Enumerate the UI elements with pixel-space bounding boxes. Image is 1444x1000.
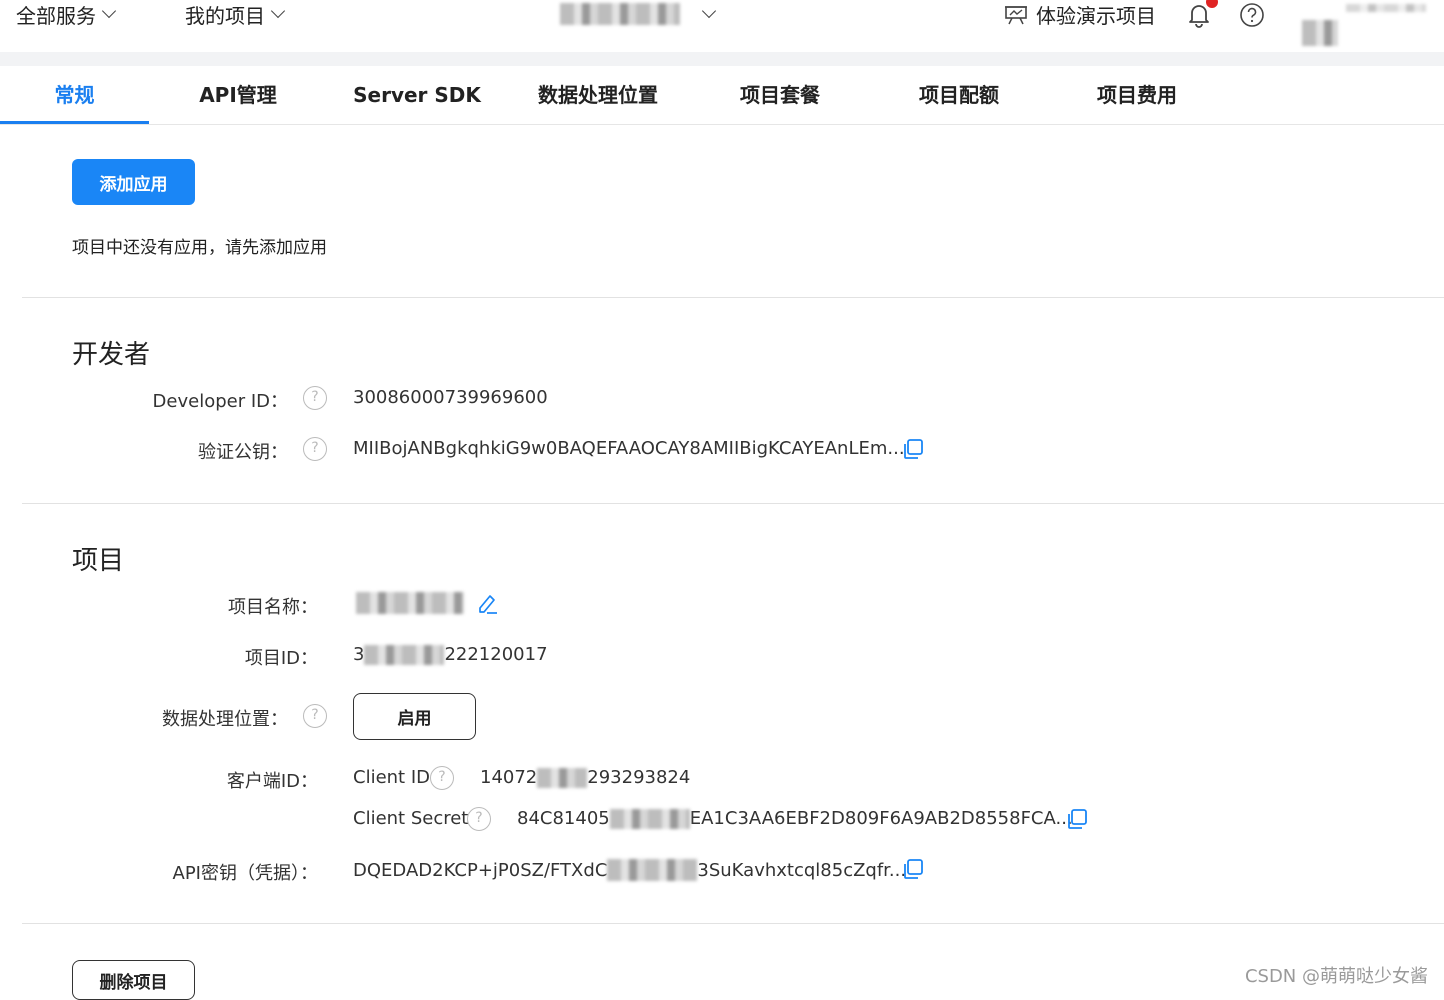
tab-server-sdk[interactable]: Server SDK [348,66,486,125]
client-id-prefix: 14072 [480,767,538,788]
developer-id-label: Developer ID： [152,391,288,412]
help-icon[interactable]: ? [467,807,491,831]
help-icon[interactable]: ? [303,437,327,461]
client-id-suffix: 293293824 [587,767,691,788]
project-id-label: 项目ID： [244,648,318,669]
redacted-text [537,767,588,788]
my-projects-menu[interactable]: 我的项目 [185,0,286,30]
redacted-text [609,808,690,829]
data-location-label: 数据处理位置： [162,709,288,730]
section-divider [22,503,1444,504]
tab-project-plan[interactable]: 项目套餐 [720,66,840,125]
client-secret-label: Client Secret [353,808,469,829]
api-key-label: API密钥（凭据）： [172,863,318,884]
chevron-down-icon [701,3,717,19]
notification-badge [1206,0,1218,8]
redacted-avatar[interactable] [1302,20,1338,46]
delete-project-button[interactable]: 删除项目 [72,960,195,1000]
public-key-label: 验证公钥： [198,442,288,463]
tab-data-location[interactable]: 数据处理位置 [528,66,668,125]
developer-section-title: 开发者 [72,340,151,370]
api-key-value: DQEDAD2KCP+jP0SZ/FTXdC 3SuKavhxtcql85cZq… [353,859,906,881]
tab-bar: 常规 API管理 Server SDK 数据处理位置 项目套餐 项目配额 项目费… [0,66,1444,125]
help-button[interactable] [1239,2,1265,32]
chevron-down-icon [101,3,117,19]
my-projects-label: 我的项目 [185,3,265,28]
question-circle-icon [1240,3,1264,27]
presentation-icon [1005,6,1027,25]
chevron-down-icon [270,3,286,19]
project-section-title: 项目 [72,546,125,576]
tab-api-management[interactable]: API管理 [178,66,298,125]
tab-project-cost[interactable]: 项目费用 [1077,66,1197,125]
section-divider [22,923,1444,924]
redacted-project-name [356,592,464,614]
redacted-project-name [560,3,680,25]
section-divider [22,297,1444,298]
header-separator [0,52,1444,66]
help-icon[interactable]: ? [303,704,327,728]
copy-icon[interactable] [1066,808,1088,830]
demo-project-label: 体验演示项目 [1036,3,1156,28]
top-navigation-bar: 全部服务 我的项目 体验演示项目 [0,0,1444,52]
empty-apps-hint: 项目中还没有应用，请先添加应用 [72,238,327,258]
api-key-prefix: DQEDAD2KCP+jP0SZ/FTXdC [353,859,608,881]
all-services-menu[interactable]: 全部服务 [16,0,117,30]
add-app-button[interactable]: 添加应用 [72,159,195,205]
copy-icon[interactable] [902,858,924,880]
api-key-suffix: 3SuKavhxtcql85cZqfr... [697,859,907,881]
active-tab-indicator [0,121,149,124]
public-key-value: MIIBojANBgkqhkiG9w0BAQEFAAOCAY8AMIIBigKC… [353,438,905,459]
tab-general[interactable]: 常规 [0,66,149,125]
help-icon[interactable]: ? [303,386,327,410]
project-name-label: 项目名称： [228,597,318,618]
csdn-watermark: CSDN @萌萌哒少女酱 [1244,966,1428,987]
client-secret-prefix: 84C81405 [517,808,610,829]
project-id-value: 3 222120017 [353,644,548,665]
copy-icon[interactable] [902,438,924,460]
developer-id-value: 30086000739969600 [353,387,548,408]
help-icon[interactable]: ? [430,766,454,790]
client-secret-suffix: EA1C3AA6EBF2D809F6A9AB2D8558FCA... [689,808,1073,829]
enable-location-button[interactable]: 启用 [353,693,476,740]
client-id-section-label: 客户端ID： [226,771,318,792]
demo-project-link[interactable]: 体验演示项目 [1004,0,1156,30]
client-secret-value: 84C81405 EA1C3AA6EBF2D809F6A9AB2D8558FCA… [517,808,1073,829]
redacted-text [364,644,445,665]
tab-project-quota[interactable]: 项目配额 [899,66,1019,125]
edit-pencil-icon[interactable] [476,592,498,614]
redacted-username [1346,4,1426,12]
client-id-value: 14072 293293824 [480,767,690,788]
redacted-text [607,859,698,881]
project-id-suffix: 222120017 [444,644,548,665]
client-id-label: Client ID [353,767,431,788]
project-selector[interactable] [560,0,717,30]
project-id-prefix: 3 [353,644,365,665]
all-services-label: 全部服务 [16,3,96,28]
